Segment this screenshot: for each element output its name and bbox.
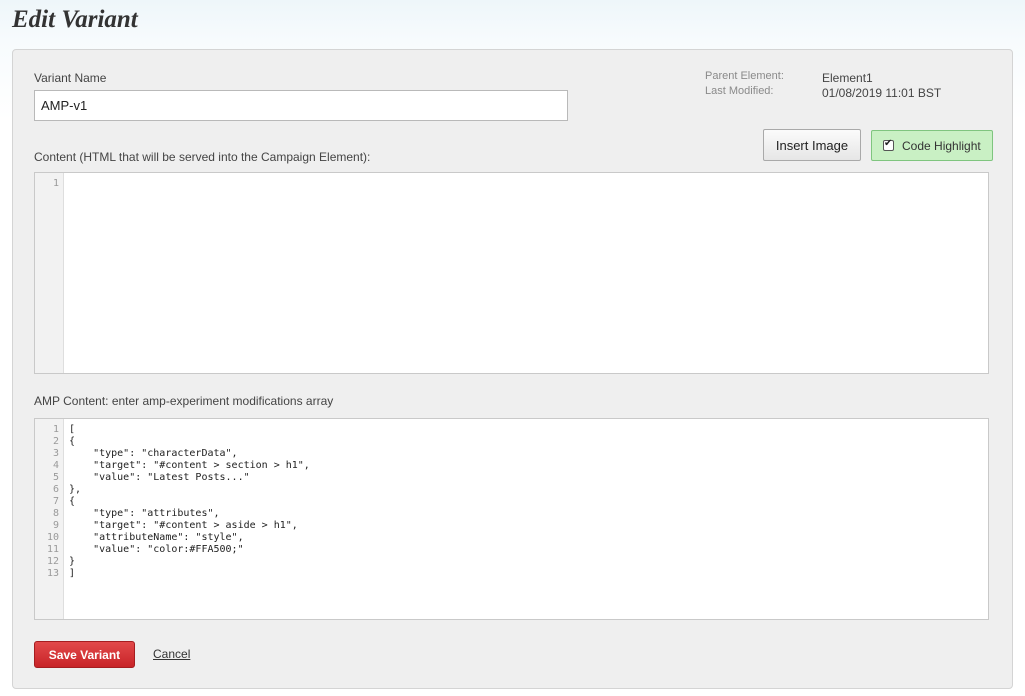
line-number: 12 xyxy=(46,556,59,567)
code-line: }, xyxy=(69,484,82,495)
code-line: "type": "characterData", xyxy=(69,448,238,459)
code-line: "value": "Latest Posts..." xyxy=(69,472,250,483)
code-highlight-toggle[interactable]: Code Highlight xyxy=(871,130,993,161)
line-number: 3 xyxy=(52,448,59,459)
amp-content-label: AMP Content: enter amp-experiment modifi… xyxy=(34,394,334,408)
parent-element-label: Parent Element: xyxy=(705,70,784,82)
code-line: [ xyxy=(69,424,76,435)
code-line: "value": "color:#FFA500;" xyxy=(69,544,244,555)
page-title: Edit Variant xyxy=(12,6,138,33)
amp-line-numbers: 1 2 3 4 5 6 7 8 9 10 11 12 13 xyxy=(35,419,64,619)
line-number: 11 xyxy=(46,544,59,555)
line-number: 13 xyxy=(46,568,59,579)
line-number: 8 xyxy=(52,508,59,519)
line-number: 2 xyxy=(52,436,59,447)
insert-image-button[interactable]: Insert Image xyxy=(763,129,861,161)
content-editor[interactable]: 1 xyxy=(34,172,989,374)
last-modified-label: Last Modified: xyxy=(705,85,774,97)
edit-variant-panel: Variant Name Parent Element: Element1 La… xyxy=(12,49,1013,689)
content-label: Content (HTML that will be served into t… xyxy=(34,150,371,164)
code-line: "type": "attributes", xyxy=(69,508,220,519)
line-number: 7 xyxy=(52,496,59,507)
variant-name-input[interactable] xyxy=(34,90,568,121)
parent-element-value: Element1 xyxy=(822,71,873,85)
content-line-numbers: 1 xyxy=(35,173,64,373)
code-line: "target": "#content > aside > h1", xyxy=(69,520,298,531)
line-number: 6 xyxy=(52,484,59,495)
line-number: 9 xyxy=(52,520,59,531)
line-number: 4 xyxy=(52,460,59,471)
line-number: 10 xyxy=(46,532,59,543)
line-number: 5 xyxy=(52,472,59,483)
code-line: "attributeName": "style", xyxy=(69,532,244,543)
code-highlight-label: Code Highlight xyxy=(902,138,981,153)
line-number: 1 xyxy=(52,178,59,189)
amp-content-editor[interactable]: 1 2 3 4 5 6 7 8 9 10 11 12 13 [{ "type": "characterD… xyxy=(34,418,989,620)
amp-code[interactable]: [{ "type": "characterData", "target": "#… xyxy=(69,424,988,580)
last-modified-value: 01/08/2019 11:01 BST xyxy=(822,86,942,100)
code-highlight-checkbox[interactable] xyxy=(883,138,894,151)
code-line: { xyxy=(69,436,76,447)
code-line: "target": "#content > section > h1", xyxy=(69,460,310,471)
code-line: } xyxy=(69,556,76,567)
code-line: { xyxy=(69,496,76,507)
cancel-link[interactable]: Cancel xyxy=(153,647,190,661)
variant-name-label: Variant Name xyxy=(34,71,107,85)
save-variant-button[interactable]: Save Variant xyxy=(34,641,135,668)
code-line: ] xyxy=(69,568,76,579)
line-number: 1 xyxy=(52,424,59,435)
